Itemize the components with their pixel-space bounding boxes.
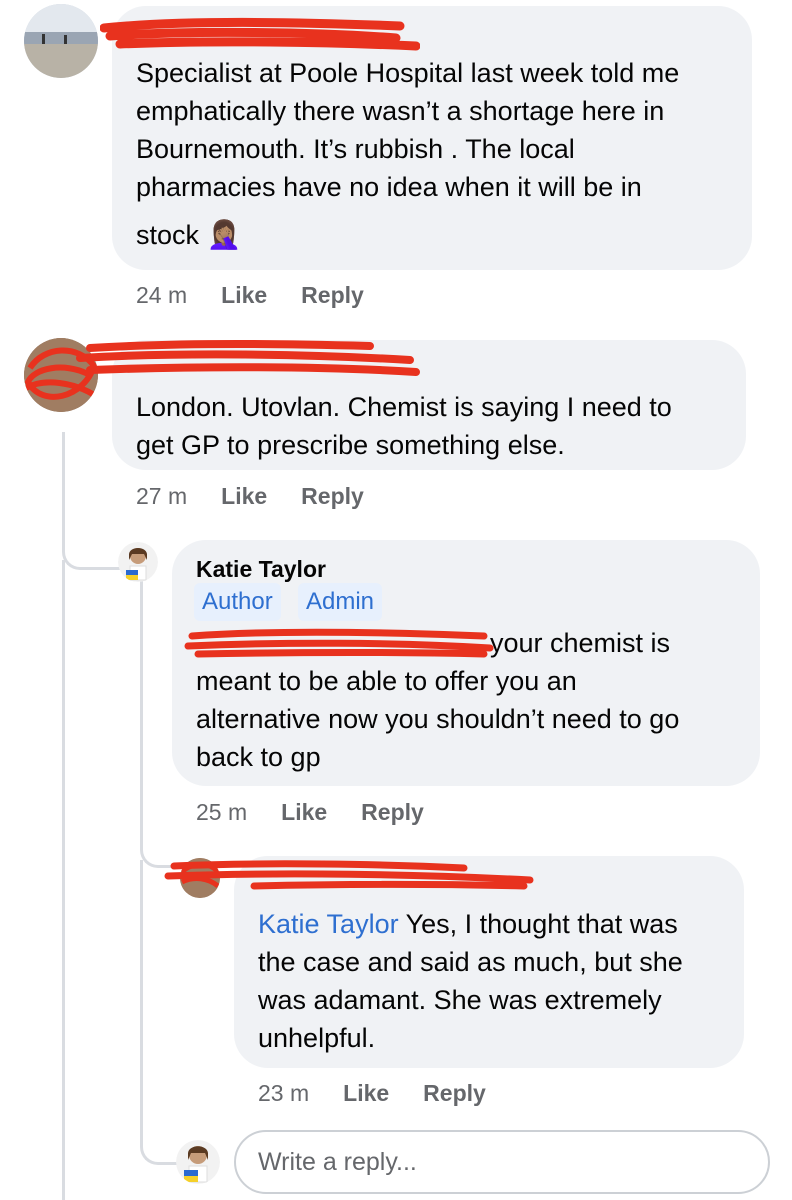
- current-user-avatar: [176, 1140, 220, 1184]
- thread-line-main: [62, 432, 123, 570]
- comment-line: was adamant. She was extremely: [258, 985, 662, 1015]
- comment-line: emphatically there wasn’t a shortage her…: [136, 96, 665, 126]
- comment-line: alternative now you shouldn’t need to go: [196, 704, 680, 734]
- thread-line-main-continue: [62, 560, 65, 1200]
- comment-line: your chemist is: [490, 628, 671, 658]
- reply-input[interactable]: [234, 1130, 770, 1194]
- comment-text: Katie Taylor Yes, I thought that was the…: [258, 905, 683, 1057]
- like-button[interactable]: Like: [281, 799, 327, 826]
- comment-line: unhelpful.: [258, 1023, 376, 1053]
- commenter-avatar[interactable]: [24, 4, 98, 78]
- comment-actions: 24 m Like Reply: [136, 282, 364, 309]
- author-badge: Author: [194, 583, 281, 621]
- mention-link[interactable]: Katie Taylor: [258, 909, 399, 939]
- like-button[interactable]: Like: [343, 1080, 389, 1107]
- like-button[interactable]: Like: [221, 483, 267, 510]
- like-button[interactable]: Like: [221, 282, 267, 309]
- comment-actions: 27 m Like Reply: [136, 483, 364, 510]
- reply-button[interactable]: Reply: [301, 282, 364, 309]
- comment-line: pharmacies have no idea when it will be …: [136, 172, 642, 202]
- redacted-name: [76, 340, 420, 376]
- author-avatar[interactable]: [118, 542, 158, 582]
- comment-line: back to gp: [196, 742, 321, 772]
- comment-timestamp[interactable]: 23 m: [258, 1080, 309, 1107]
- reply-button[interactable]: Reply: [423, 1080, 486, 1107]
- comment-line: the case and said as much, but she: [258, 947, 683, 977]
- reply-button[interactable]: Reply: [301, 483, 364, 510]
- comment-author-name[interactable]: Katie Taylor: [196, 556, 326, 583]
- comment-text: Specialist at Poole Hospital last week t…: [136, 54, 679, 254]
- comment-line: Specialist at Poole Hospital last week t…: [136, 58, 680, 88]
- admin-badge: Admin: [298, 583, 383, 621]
- comment-line: London. Utovlan. Chemist is saying I nee…: [136, 392, 672, 422]
- comment-line: meant to be able to offer you an: [196, 666, 577, 696]
- comment-timestamp[interactable]: 27 m: [136, 483, 187, 510]
- reply-button[interactable]: Reply: [361, 799, 424, 826]
- comment-text: your chemist is meant to be able to offe…: [196, 624, 679, 776]
- comment-timestamp[interactable]: 24 m: [136, 282, 187, 309]
- comment-line: get GP to prescribe something else.: [136, 430, 565, 460]
- redacted-name: [100, 18, 420, 51]
- comment-actions: 25 m Like Reply: [196, 799, 424, 826]
- comment-line: Yes, I thought that was: [398, 909, 678, 939]
- redacted-name: [164, 860, 534, 890]
- thread-line-nested-2: [140, 860, 181, 1165]
- comment-text: London. Utovlan. Chemist is saying I nee…: [136, 388, 672, 464]
- comment-line: Bournemouth. It’s rubbish . The local: [136, 134, 575, 164]
- comment-actions: 23 m Like Reply: [258, 1080, 486, 1107]
- comment-line: stock: [136, 220, 200, 250]
- facepalm-emoji-icon: 🤦🏽‍♀️: [206, 219, 242, 250]
- comment-timestamp[interactable]: 25 m: [196, 799, 247, 826]
